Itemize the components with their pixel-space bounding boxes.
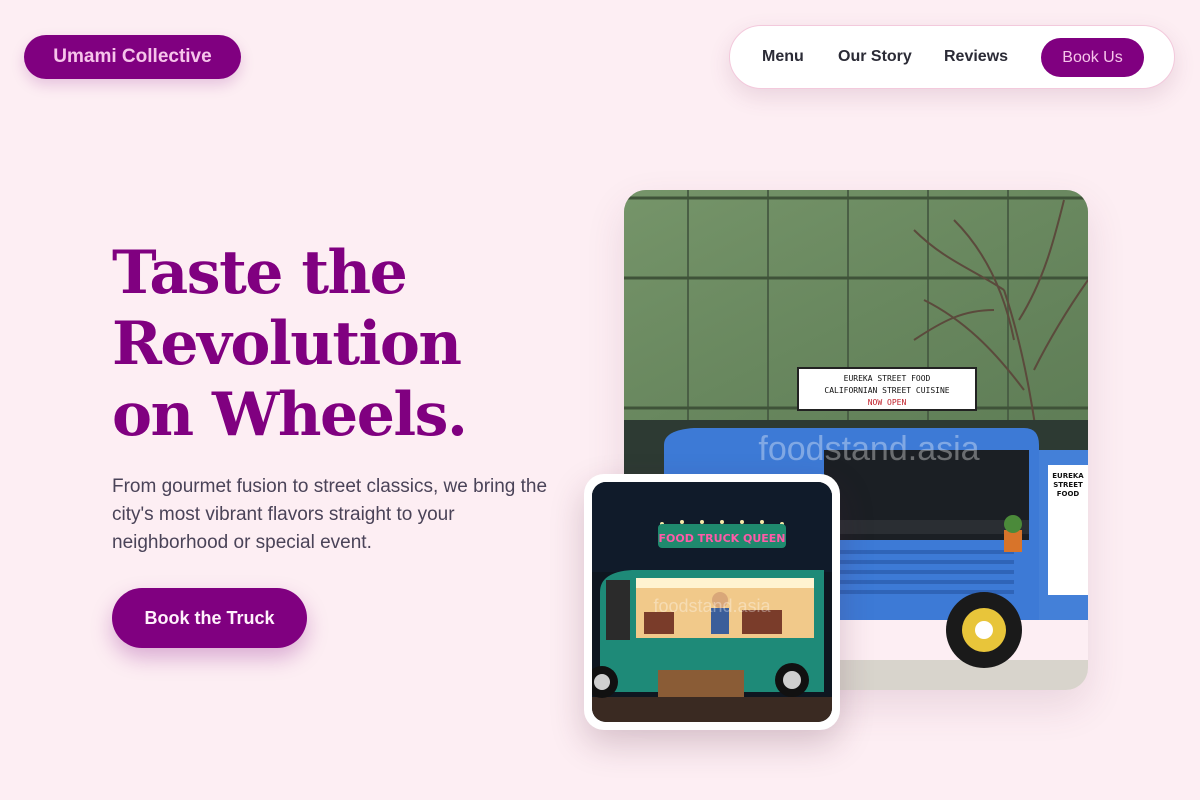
hero-title-line-3: on Wheels. xyxy=(112,380,468,450)
book-the-truck-button[interactable]: Book the Truck xyxy=(112,588,307,648)
book-us-button[interactable]: Book Us xyxy=(1041,38,1144,77)
nav-link-reviews[interactable]: Reviews xyxy=(944,48,1008,66)
secondary-photo-card: FOOD TRUCK QUEEN foodstand.asia xyxy=(584,474,840,730)
menu-board-line-3: FOOD xyxy=(1057,490,1080,498)
sign-line-2: CALIFORNIAN STREET CUISINE xyxy=(824,386,949,395)
sign-line-3: NOW OPEN xyxy=(868,398,907,407)
hero-title-line-1: Taste the xyxy=(112,238,408,308)
top-navigation: Menu Our Story Reviews Book Us xyxy=(729,25,1175,89)
menu-board-line-2: STREET xyxy=(1053,481,1083,489)
brand-logo-button[interactable]: Umami Collective xyxy=(24,35,241,79)
night-food-truck-photo: FOOD TRUCK QUEEN foodstand.asia xyxy=(592,482,832,722)
main-photo-watermark: foodstand.asia xyxy=(758,430,979,468)
sign-line-1: EUREKA STREET FOOD xyxy=(844,374,931,383)
hero-title-line-2: Revolution xyxy=(112,309,462,379)
menu-board-line-1: EUREKA xyxy=(1052,472,1084,480)
hero-title: Taste the Revolution on Wheels. xyxy=(112,238,582,451)
nav-link-menu[interactable]: Menu xyxy=(762,48,804,66)
small-photo-watermark: foodstand.asia xyxy=(653,596,771,616)
truck-sign: FOOD TRUCK QUEEN xyxy=(658,532,785,545)
nav-link-our-story[interactable]: Our Story xyxy=(838,48,912,66)
hero-subtitle: From gourmet fusion to street classics, … xyxy=(112,476,548,553)
